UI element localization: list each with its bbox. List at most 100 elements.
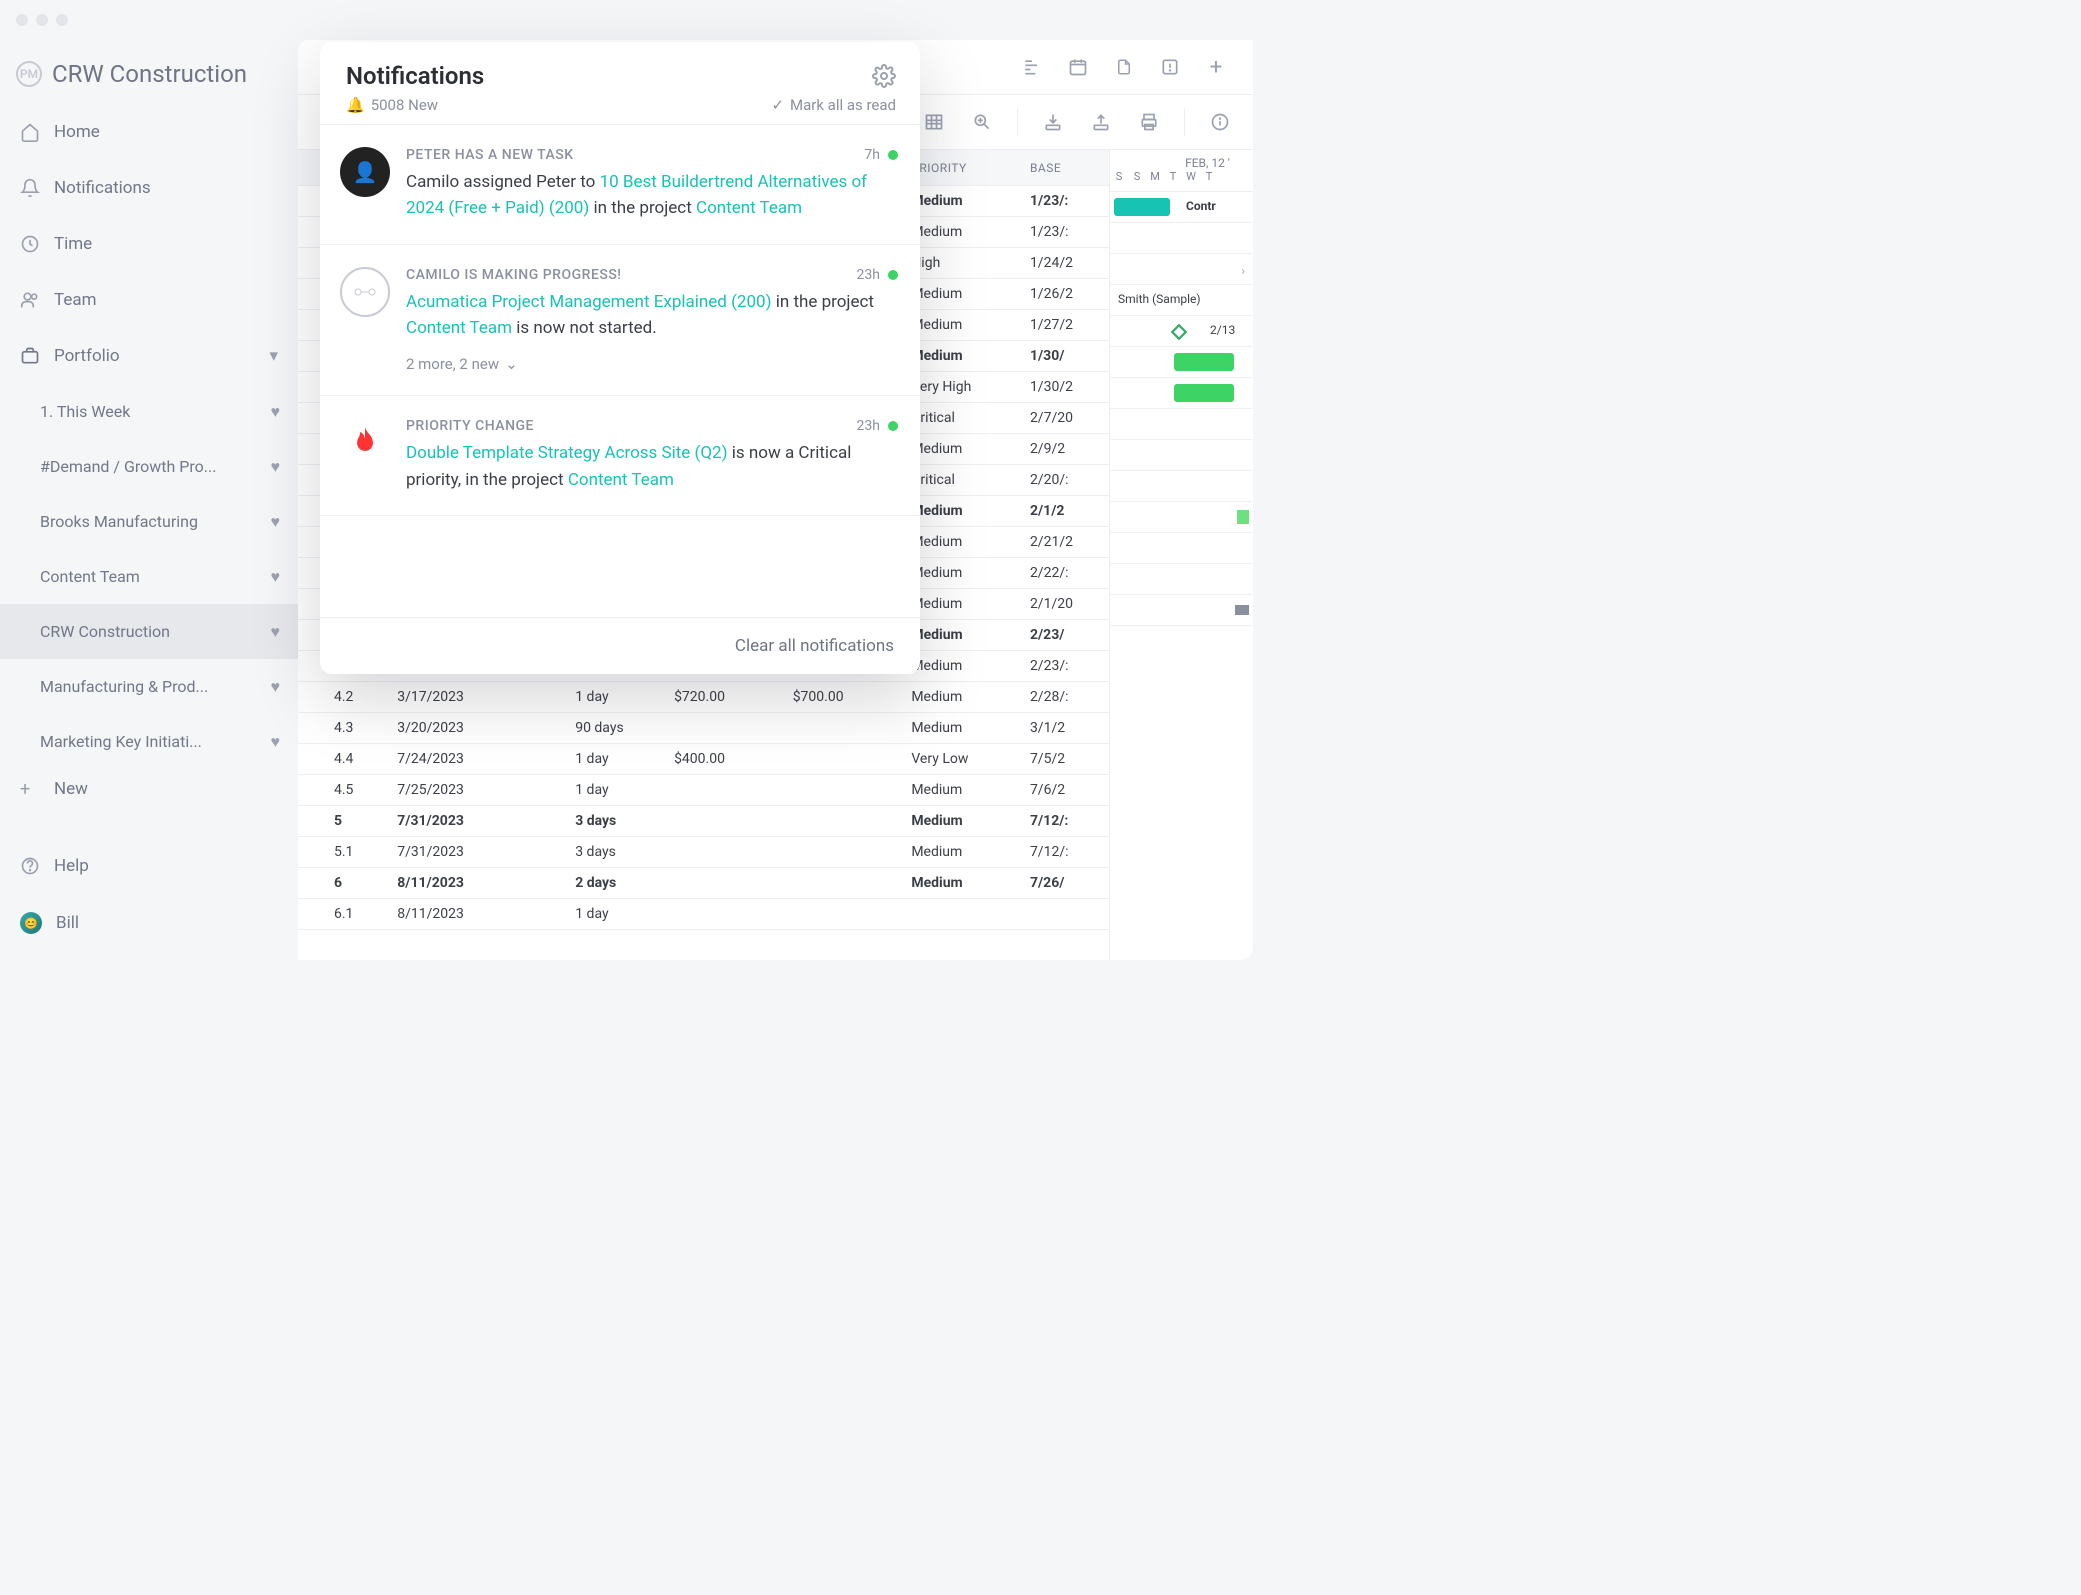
- sidebar-project-label: Manufacturing & Prod...: [40, 677, 208, 696]
- notif-heading: CAMILO IS MAKING PROGRESS!: [406, 267, 622, 283]
- unread-dot-icon: [888, 421, 898, 431]
- nav-portfolio[interactable]: Portfolio ▾: [0, 328, 298, 384]
- nav-label: Help: [54, 856, 89, 876]
- unread-dot-icon: [888, 270, 898, 280]
- sidebar-project-5[interactable]: CRW Construction ♥: [0, 604, 298, 659]
- bell-icon: [20, 178, 40, 198]
- heart-icon[interactable]: ♥: [271, 512, 281, 532]
- nav-notifications[interactable]: Notifications: [0, 160, 298, 216]
- app-logo-icon: PM: [16, 61, 42, 87]
- window-max-icon[interactable]: [56, 14, 68, 26]
- grid-row[interactable]: 57/31/20233 daysMedium7/12/:: [298, 806, 1109, 837]
- notifications-panel: Notifications 🔔5008 New ✓ Mark all as re…: [320, 42, 920, 674]
- print-icon[interactable]: [1128, 101, 1170, 143]
- window-titlebar: [0, 0, 1253, 40]
- notification-card[interactable]: CAMILO IS MAKING PROGRESS! 23h Acumatica P…: [320, 245, 920, 397]
- home-icon: [20, 122, 40, 142]
- notifications-list: 👤PETER HAS A NEW TASK7hCamilo assigned P…: [320, 125, 920, 617]
- col-priority[interactable]: PRIORITY: [911, 161, 1030, 175]
- notification-card[interactable]: PRIORITY CHANGE 23h Double Template Strate…: [320, 396, 920, 516]
- gantt-milestone-label: 2/13: [1210, 323, 1235, 337]
- gantt-chart[interactable]: FEB, 12 ' SSMTWT Contr › Smith (Sample) …: [1110, 150, 1253, 960]
- sidebar-project-3[interactable]: Brooks Manufacturing ♥: [0, 494, 298, 549]
- heart-icon[interactable]: ♥: [271, 457, 281, 477]
- export-icon[interactable]: [1080, 101, 1122, 143]
- sidebar-project-7[interactable]: Marketing Key Initiati... ♥: [0, 714, 298, 769]
- notifications-count: 🔔5008 New: [346, 96, 438, 114]
- heart-icon[interactable]: ♥: [271, 402, 281, 422]
- grid-row[interactable]: 4.57/25/20231 dayMedium7/6/2: [298, 775, 1109, 806]
- nav-team[interactable]: Team: [0, 272, 298, 328]
- gantt-month-label: FEB, 12 ': [1110, 150, 1253, 170]
- sidebar: PM CRW Construction Home Notifications T…: [0, 40, 298, 960]
- user-avatar-icon: 😊: [20, 912, 42, 934]
- unread-dot-icon: [888, 150, 898, 160]
- notif-time: 7h: [864, 147, 898, 163]
- sidebar-project-6[interactable]: Manufacturing & Prod... ♥: [0, 659, 298, 714]
- heart-icon[interactable]: ♥: [271, 622, 281, 642]
- help-icon: [20, 856, 40, 876]
- sidebar-project-2[interactable]: #Demand / Growth Pro...♥: [0, 439, 298, 494]
- gantt-day-header: SSMTWT: [1110, 170, 1253, 192]
- heart-icon[interactable]: ♥: [271, 567, 281, 587]
- notif-heading: PRIORITY CHANGE: [406, 418, 534, 434]
- progress-icon: [340, 267, 390, 317]
- grid-row[interactable]: 5.17/31/20233 daysMedium7/12/:: [298, 837, 1109, 868]
- nav-label: Time: [54, 234, 92, 254]
- fire-icon: [340, 418, 390, 468]
- tab-gantt-icon[interactable]: [1011, 46, 1053, 88]
- user-avatar-icon: 👤: [340, 147, 390, 197]
- nav-time[interactable]: Time: [0, 216, 298, 272]
- chevron-down-icon: ▾: [269, 346, 278, 366]
- info-icon[interactable]: [1199, 101, 1241, 143]
- import-icon[interactable]: [1032, 101, 1074, 143]
- window-close-icon[interactable]: [16, 14, 28, 26]
- sidebar-project-label: Marketing Key Initiati...: [40, 732, 202, 751]
- plus-icon: +: [20, 779, 40, 799]
- notif-time: 23h: [857, 267, 898, 283]
- nav-label: Notifications: [54, 178, 151, 198]
- gantt-bar-label: Contr: [1186, 199, 1216, 213]
- notif-body: Acumatica Project Management Explained (…: [406, 289, 898, 342]
- heart-icon[interactable]: ♥: [271, 732, 281, 752]
- briefcase-icon: [20, 346, 40, 366]
- col-baseline[interactable]: BASE: [1030, 161, 1109, 175]
- nav-help[interactable]: Help: [0, 838, 298, 894]
- users-icon: [20, 290, 40, 310]
- grid-row[interactable]: 4.33/20/202390 daysMedium3/1/2: [298, 713, 1109, 744]
- nav-user[interactable]: 😊 Bill: [0, 894, 298, 952]
- notifications-title: Notifications: [346, 62, 484, 90]
- nav-label: Home: [54, 122, 100, 142]
- zoom-icon[interactable]: [961, 101, 1003, 143]
- notif-more-button[interactable]: 2 more, 2 new ⌄: [406, 355, 898, 373]
- grid-row[interactable]: 4.47/24/20231 day$400.00Very Low7/5/2: [298, 744, 1109, 775]
- tab-add-icon[interactable]: +: [1195, 46, 1237, 88]
- tab-doc-icon[interactable]: [1103, 46, 1145, 88]
- tab-calendar-icon[interactable]: [1057, 46, 1099, 88]
- nav-home[interactable]: Home: [0, 104, 298, 160]
- notif-time: 23h: [857, 418, 898, 434]
- grid-row[interactable]: 6.18/11/20231 day: [298, 899, 1109, 930]
- grid-row[interactable]: 4.23/17/20231 day$720.00$700.00Medium2/2…: [298, 682, 1109, 713]
- chevron-down-icon: ⌄: [505, 355, 518, 373]
- nav-new[interactable]: + New: [0, 769, 298, 817]
- sidebar-project-1[interactable]: 1. This Week ♥: [0, 384, 298, 439]
- sidebar-project-4[interactable]: Content Team ♥: [0, 549, 298, 604]
- notif-body: Double Template Strategy Across Site (Q2…: [406, 440, 898, 493]
- mark-all-read-button[interactable]: ✓ Mark all as read: [771, 96, 896, 114]
- notif-heading: PETER HAS A NEW TASK: [406, 147, 574, 163]
- sidebar-project-label: 1. This Week: [40, 402, 130, 421]
- tab-alert-icon[interactable]: [1149, 46, 1191, 88]
- heart-icon[interactable]: ♥: [271, 677, 281, 697]
- grid-row[interactable]: 68/11/20232 daysMedium7/26/: [298, 868, 1109, 899]
- gantt-bar-label: Smith (Sample): [1118, 292, 1201, 306]
- window-min-icon[interactable]: [36, 14, 48, 26]
- nav-label: Bill: [56, 913, 79, 933]
- sidebar-project-label: CRW Construction: [40, 622, 170, 641]
- notification-card[interactable]: 👤PETER HAS A NEW TASK7hCamilo assigned P…: [320, 125, 920, 245]
- sidebar-project-label: Content Team: [40, 567, 140, 586]
- clear-all-button[interactable]: Clear all notifications: [320, 617, 920, 674]
- sidebar-project-label: Brooks Manufacturing: [40, 512, 198, 531]
- gear-icon[interactable]: [872, 64, 896, 88]
- clock-icon: [20, 234, 40, 254]
